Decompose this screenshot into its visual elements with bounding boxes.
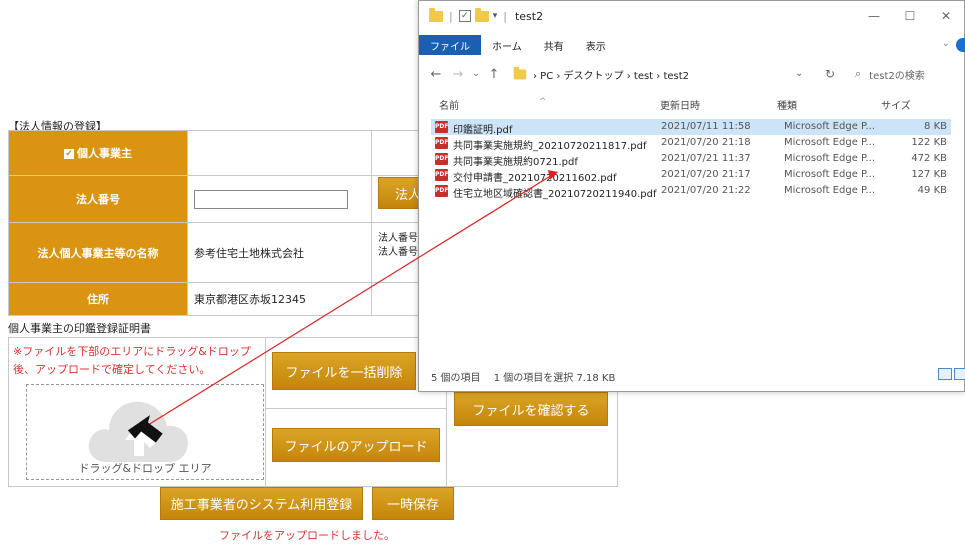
title-bar[interactable]: | ✓ ▾ | test2 — ☐ ✕ (419, 1, 964, 31)
col-date[interactable]: 更新日時 (660, 97, 700, 112)
table-row: ✔ 個人事業主 (8, 130, 433, 176)
confirm-file-button[interactable]: ファイルを確認する (454, 392, 608, 426)
pdf-file-icon: PDF (435, 121, 448, 133)
search-input[interactable]: ⌕ test2の検索 (847, 63, 959, 85)
recent-locations-icon[interactable]: ⌄ (469, 69, 483, 79)
divider (265, 408, 446, 409)
divider (446, 382, 447, 487)
file-explorer-window[interactable]: | ✓ ▾ | test2 — ☐ ✕ ファイル ホーム 共有 表示 ⌄ ← →… (418, 0, 965, 392)
table-row: 法人個人事業主等の名称 参考住宅土地株式会社 (8, 222, 433, 283)
cloud-upload-icon (88, 401, 188, 462)
chevron-down-icon[interactable]: ⌄ (942, 38, 950, 49)
corp-note: 法人番号 法人番号 (378, 233, 418, 258)
address-bar-row: ← → ⌄ ↑ › PC › デスクトップ › test › test2 ⌄ ↻… (419, 59, 964, 89)
file-list: PDF 印鑑証明.pdf 2021/07/11 11:58 Microsoft … (431, 119, 951, 200)
customize-toolbar-icon[interactable]: ▾ (493, 11, 498, 21)
tab-share[interactable]: 共有 (533, 35, 575, 55)
file-row[interactable]: PDF 共同事業実施規約_20210720211817.pdf 2021/07/… (431, 135, 951, 152)
pdf-file-icon: PDF (435, 169, 448, 181)
corporate-info-table: ✔ 個人事業主 法人番号 法人個人事業主等の名称 参考住宅土地株式会社 住所 東京… (8, 130, 433, 316)
file-row[interactable]: PDF 共同事業実施規約0721.pdf 2021/07/21 11:37 Mi… (431, 151, 951, 168)
col-type[interactable]: 種類 (777, 97, 797, 112)
separator: | (503, 9, 507, 23)
corp-number-input[interactable] (194, 189, 348, 209)
back-icon[interactable]: ← (425, 67, 447, 82)
upload-instruction: ※ファイルを下部のエリアにドラッグ&ドロップ後、アップロードで確定してください。 (13, 345, 251, 376)
address-label: 住所 (8, 282, 188, 316)
refresh-icon[interactable]: ↻ (825, 67, 835, 81)
tab-home[interactable]: ホーム (481, 35, 533, 55)
help-icon[interactable] (956, 38, 965, 52)
divider (265, 337, 266, 487)
sort-ascending-icon: ^ (539, 97, 547, 107)
separator: | (449, 9, 453, 23)
sole-proprietor-checkbox[interactable]: ✔ (64, 149, 74, 159)
sole-proprietor-label[interactable]: ✔ 個人事業主 (8, 130, 188, 176)
ribbon-tabs: ファイル ホーム 共有 表示 ⌄ (419, 35, 965, 55)
file-row[interactable]: PDF 印鑑証明.pdf 2021/07/11 11:58 Microsoft … (431, 119, 951, 136)
address-value: 東京都港区赤坂12345 (187, 282, 372, 316)
chevron-down-icon[interactable]: ⌄ (795, 68, 803, 79)
register-system-button[interactable]: 施工事業者のシステム利用登録 (160, 487, 363, 520)
status-bar: 5 個の項目 1 個の項目を選択 7.18 KB (431, 373, 616, 384)
breadcrumb[interactable]: › PC › デスクトップ › test › test2 (533, 67, 689, 82)
table-row: 住所 東京都港区赤坂12345 (8, 282, 433, 316)
tab-file[interactable]: ファイル (419, 35, 481, 55)
col-size[interactable]: サイズ (881, 97, 911, 112)
pdf-file-icon: PDF (435, 137, 448, 149)
search-icon: ⌕ (855, 67, 862, 80)
properties-icon[interactable]: ✓ (458, 10, 471, 22)
corp-name-value: 参考住宅土地株式会社 (187, 222, 372, 283)
large-icons-view-icon[interactable] (954, 368, 965, 380)
file-row[interactable]: PDF 住宅立地区域確認書_20210720211940.pdf 2021/07… (431, 183, 951, 200)
folder-icon (429, 7, 443, 22)
tab-view[interactable]: 表示 (575, 35, 617, 55)
sole-proprietor-value (187, 130, 372, 176)
table-row: 法人番号 (8, 175, 433, 223)
col-name[interactable]: 名前 (439, 97, 459, 112)
file-row[interactable]: PDF 交付申請書_20210720211602.pdf 2021/07/20 … (431, 167, 951, 184)
corp-number-cell (187, 175, 372, 223)
up-icon[interactable]: ↑ (483, 67, 505, 82)
pdf-file-icon: PDF (435, 185, 448, 197)
corp-number-label: 法人番号 (8, 175, 188, 223)
forward-icon[interactable]: → (447, 67, 469, 82)
address-bar[interactable]: › PC › デスクトップ › test › test2 (513, 63, 793, 85)
window-title: test2 (514, 9, 544, 23)
view-toggle (938, 368, 965, 380)
search-placeholder: test2の検索 (869, 70, 925, 82)
quick-access-toolbar: | ✓ ▾ | (429, 7, 509, 23)
minimize-icon[interactable]: — (856, 1, 892, 31)
corp-name-label: 法人個人事業主等の名称 (8, 222, 188, 283)
details-view-icon[interactable] (938, 368, 952, 380)
upload-file-button[interactable]: ファイルのアップロード (272, 428, 440, 462)
maximize-icon[interactable]: ☐ (892, 1, 928, 31)
folder-icon (513, 66, 527, 79)
delete-all-files-button[interactable]: ファイルを一括削除 (272, 352, 416, 390)
success-message: ファイルをアップロードしました。 (219, 529, 395, 542)
temp-save-button[interactable]: 一時保存 (372, 487, 454, 520)
new-folder-icon[interactable] (474, 7, 489, 22)
seal-certificate-title: 個人事業主の印鑑登録証明書 (8, 322, 151, 335)
column-headers: 名前 ^ 更新日時 種類 サイズ (419, 93, 964, 115)
drop-zone-label: ドラッグ&ドロップ エリア (78, 462, 212, 475)
window-controls: — ☐ ✕ (856, 1, 964, 31)
pdf-file-icon: PDF (435, 153, 448, 165)
close-icon[interactable]: ✕ (928, 1, 964, 31)
